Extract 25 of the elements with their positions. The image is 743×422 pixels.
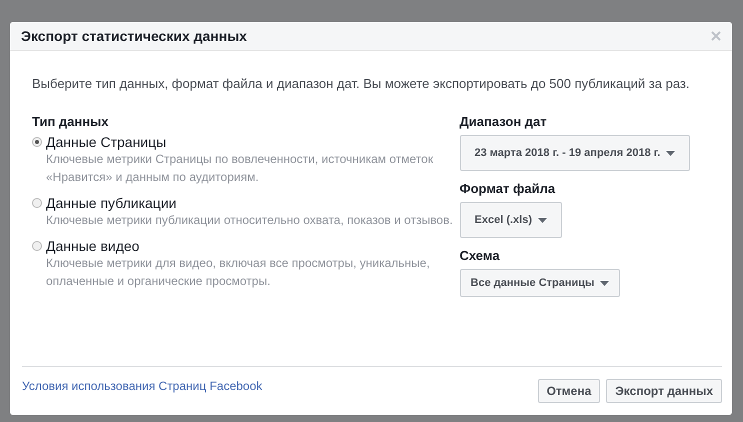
option-label[interactable]: Данные публикации	[46, 195, 176, 211]
section-heading: Схема	[460, 248, 501, 263]
dropdown-button[interactable]: Все данные Страницы	[460, 269, 620, 297]
option-description: Ключевые метрики для видео, включая все просмотры, уникальные, оплаченные и органические просмотры.	[46, 255, 431, 290]
dropdown-button[interactable]: 23 марта 2018 г. - 19 апреля 2018 г.	[460, 135, 690, 171]
option-label[interactable]: Данные Страницы	[46, 134, 166, 150]
caret-icon	[538, 218, 547, 222]
dialog-button[interactable]: Отмена	[538, 379, 600, 403]
radio-button[interactable]	[32, 198, 42, 208]
option-description: Ключевые метрики Страницы по вовлеченности, источникам отметок «Нравится» и данным по аудиториям.	[46, 151, 434, 186]
radio-button[interactable]	[32, 137, 42, 147]
dropdown-button[interactable]: Excel (.xls)	[460, 202, 562, 238]
radio-button[interactable]	[32, 241, 42, 251]
option-description: Ключевые метрики публикации относительно охвата, показов и отзывов.	[46, 212, 454, 229]
section-heading: Диапазон дат	[460, 114, 548, 129]
close-icon[interactable]	[711, 31, 721, 41]
caret-icon	[600, 280, 610, 286]
caret-icon	[666, 150, 676, 156]
section-heading: Формат файла	[460, 181, 556, 196]
terms-link[interactable]: Условия использования Страниц Facebook	[22, 379, 262, 393]
dialog-button[interactable]: Экспорт данных	[606, 379, 722, 403]
dialog-title: Экспорт статистических данных	[21, 28, 247, 44]
section-heading: Тип данных	[32, 114, 110, 129]
option-label[interactable]: Данные видео	[46, 238, 140, 254]
intro-text: Выберите тип данных, формат файла и диапазон дат. Вы можете экспортировать до 500 публикаций за раз.	[32, 75, 690, 92]
